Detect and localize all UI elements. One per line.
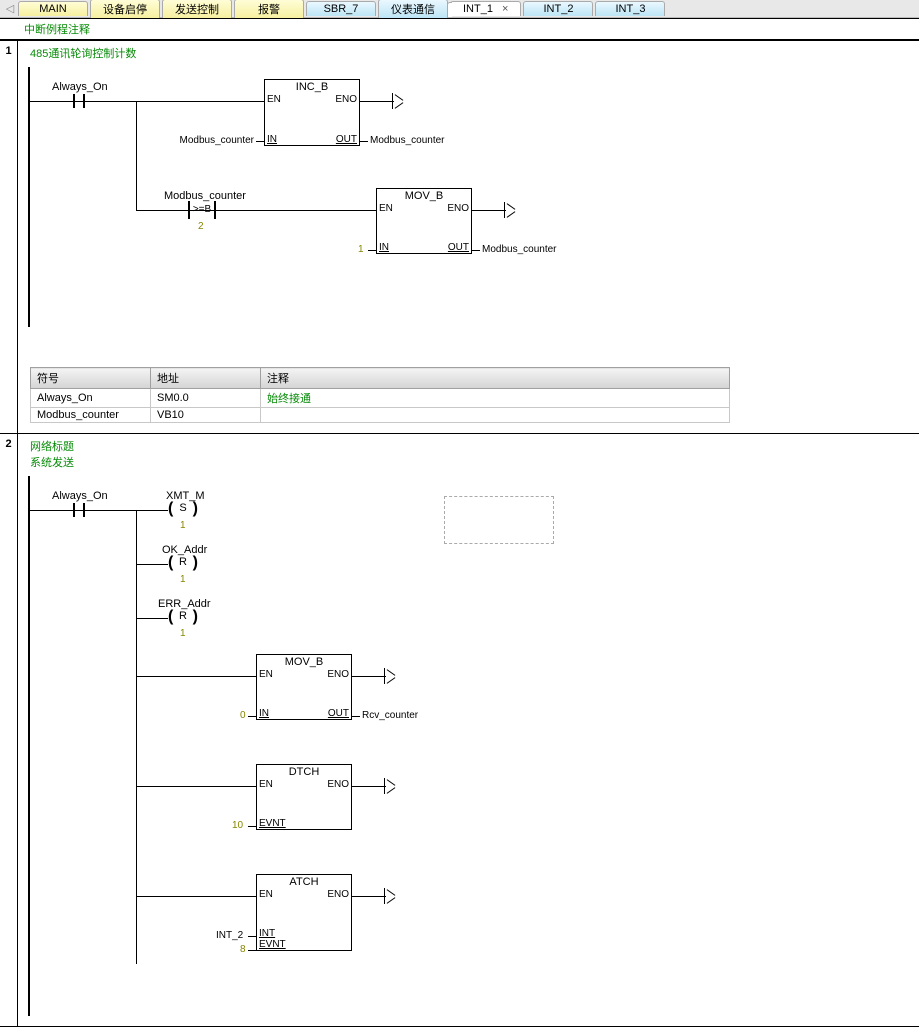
network-2: 2 网络标题 系统发送 Always_On XMT_M S 1 OK_Addr … (0, 433, 919, 1026)
pin-in: IN (267, 134, 277, 145)
fb-mov-b-2[interactable]: MOV_B EN ENO IN OUT (256, 654, 352, 720)
tab-int3[interactable]: INT_3 (595, 1, 665, 16)
pin-eno: ENO (327, 779, 349, 790)
pin-evnt: EVNT (259, 939, 286, 950)
compare-contact[interactable]: >=B (188, 201, 216, 219)
network-1: 1 485通讯轮询控制计数 Always_On INC_B EN ENO (0, 40, 919, 433)
coil-op: R (168, 556, 198, 568)
compare-op: >=B (193, 204, 211, 215)
coil-top-label: ERR_Addr (158, 598, 211, 610)
ladder-diagram-2[interactable]: Always_On XMT_M S 1 OK_Addr R 1 ERR_Addr… (24, 476, 919, 1016)
pin-en: EN (379, 203, 393, 214)
coil-op: R (168, 610, 198, 622)
tab-int2[interactable]: INT_2 (523, 1, 593, 16)
cell-cmt: 始终接通 (261, 389, 730, 408)
ladder-diagram-1[interactable]: Always_On INC_B EN ENO IN OUT (24, 67, 919, 327)
col-comment: 注释 (261, 368, 730, 389)
coil-count: 1 (180, 574, 186, 585)
coil-set-xmtm[interactable]: S (168, 502, 198, 518)
fb-atch[interactable]: ATCH EN ENO INT EVNT (256, 874, 352, 951)
fb-name: DTCH (257, 765, 351, 779)
selection-placeholder (444, 496, 554, 544)
pin-in-value: 0 (240, 710, 246, 721)
tab-send-control[interactable]: 发送控制 (162, 0, 232, 18)
pin-int-value: INT_2 (216, 930, 243, 941)
coil-reset-okaddr[interactable]: R (168, 556, 198, 572)
pin-evnt-value: 10 (232, 820, 243, 831)
pin-en: EN (267, 94, 281, 105)
symbol-table: 符号 地址 注释 Always_On SM0.0 始终接通 Modbus_cou… (30, 367, 730, 423)
tab-main[interactable]: MAIN (18, 1, 88, 16)
pin-en: EN (259, 669, 273, 680)
network-title-b: 系统发送 (30, 457, 74, 469)
pin-out-value: Modbus_counter (482, 244, 557, 255)
tab-int1-label: INT_1 (463, 3, 493, 15)
contact-always-on[interactable] (68, 92, 90, 110)
table-row[interactable]: Modbus_counter VB10 (31, 408, 730, 423)
pin-in: IN (379, 242, 389, 253)
fb-name: INC_B (265, 80, 359, 94)
pin-eno: ENO (335, 94, 357, 105)
tab-sbr7[interactable]: SBR_7 (306, 1, 376, 16)
table-row[interactable]: Always_On SM0.0 始终接通 (31, 389, 730, 408)
coil-reset-erraddr[interactable]: R (168, 610, 198, 626)
tab-instrument-comm[interactable]: 仪表通信 (378, 0, 448, 18)
coil-op: S (168, 502, 198, 514)
routine-comment-text: 中断例程注释 (24, 24, 90, 36)
tab-scroll-left[interactable]: ◁ (4, 2, 16, 15)
routine-comment: 中断例程注释 (0, 18, 919, 40)
network-title-a: 网络标题 (30, 441, 74, 453)
contact-always-on[interactable] (68, 501, 90, 519)
pin-out: OUT (448, 242, 469, 253)
pin-int: INT (259, 928, 275, 939)
tab-device-startstop[interactable]: 设备启停 (90, 0, 160, 18)
network-title: 485通讯轮询控制计数 (30, 48, 136, 60)
pin-in: IN (259, 708, 269, 719)
compare-value: 2 (198, 221, 204, 232)
cell-sym: Modbus_counter (31, 408, 151, 423)
pin-out-value: Modbus_counter (370, 135, 445, 146)
tab-alarm[interactable]: 报警 (234, 0, 304, 18)
fb-name: MOV_B (377, 189, 471, 203)
fb-mov-b-1[interactable]: MOV_B EN ENO IN OUT (376, 188, 472, 254)
tab-bar: ◁ MAIN 设备启停 发送控制 报警 SBR_7 仪表通信 INT_1 × I… (0, 0, 919, 18)
coil-count: 1 (180, 520, 186, 531)
pin-out: OUT (328, 708, 349, 719)
cell-sym: Always_On (31, 389, 151, 408)
pin-eno: ENO (327, 669, 349, 680)
fb-name: ATCH (257, 875, 351, 889)
coil-count: 1 (180, 628, 186, 639)
pin-eno: ENO (327, 889, 349, 900)
pin-out: OUT (336, 134, 357, 145)
pin-in-value: Modbus_counter (174, 135, 254, 146)
pin-evnt-value: 8 (240, 944, 246, 955)
pin-out-value: Rcv_counter (362, 710, 418, 721)
pin-en: EN (259, 779, 273, 790)
col-address: 地址 (151, 368, 261, 389)
tab-int1[interactable]: INT_1 × (450, 1, 521, 16)
close-icon[interactable]: × (502, 3, 508, 15)
pin-in-value: 1 (358, 244, 364, 255)
cell-cmt (261, 408, 730, 423)
fb-inc-b[interactable]: INC_B EN ENO IN OUT (264, 79, 360, 146)
fb-name: MOV_B (257, 655, 351, 669)
pin-evnt: EVNT (259, 818, 286, 829)
pin-en: EN (259, 889, 273, 900)
network-number: 2 (0, 434, 18, 1026)
col-symbol: 符号 (31, 368, 151, 389)
network-number: 1 (0, 41, 18, 433)
cell-addr: VB10 (151, 408, 261, 423)
cell-addr: SM0.0 (151, 389, 261, 408)
pin-eno: ENO (447, 203, 469, 214)
fb-dtch[interactable]: DTCH EN ENO EVNT (256, 764, 352, 830)
